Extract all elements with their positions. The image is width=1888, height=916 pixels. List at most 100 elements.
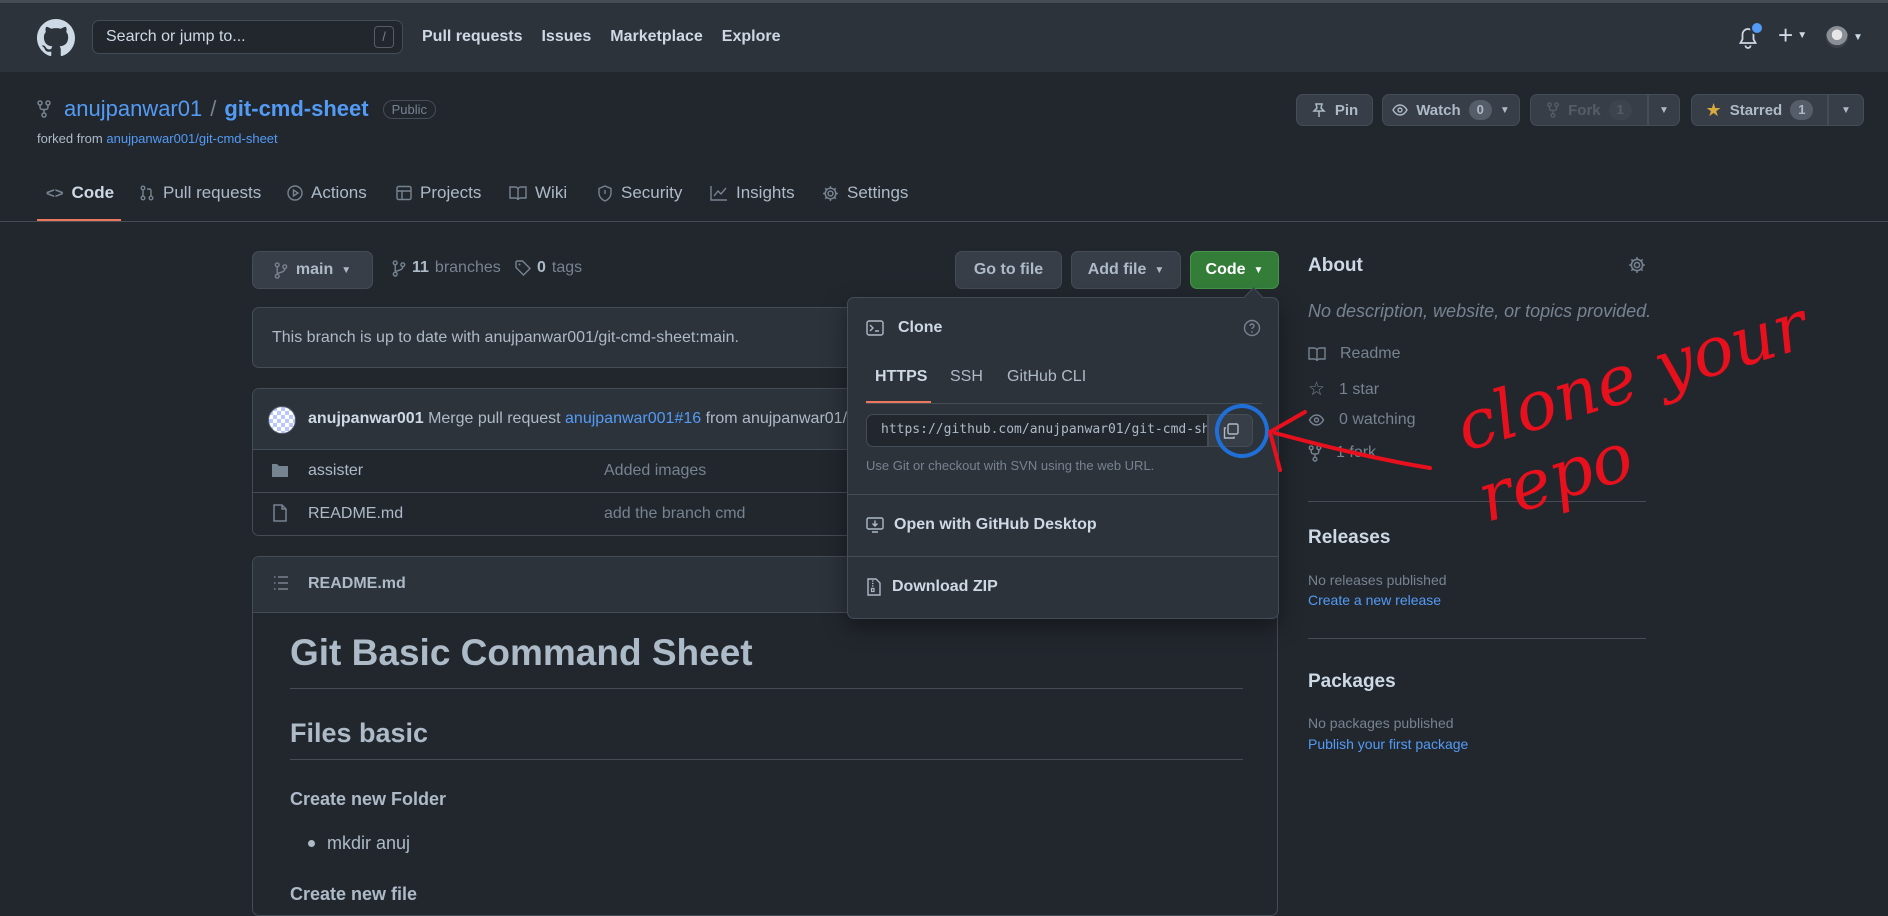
list-unordered-icon[interactable] xyxy=(273,576,289,590)
tab-wiki[interactable]: Wiki xyxy=(509,183,567,203)
clone-url-field[interactable]: https://github.com/anujpanwar01/git-cmd-… xyxy=(866,414,1208,447)
publish-package-link[interactable]: Publish your first package xyxy=(1308,736,1468,752)
nav-pull-requests[interactable]: Pull requests xyxy=(422,28,522,46)
tab-settings[interactable]: Settings xyxy=(822,183,908,203)
tab-projects[interactable]: Projects xyxy=(396,183,481,203)
chevron-down-icon: ▼ xyxy=(1659,104,1669,116)
tab-insights-label: Insights xyxy=(736,183,795,202)
nav-issues[interactable]: Issues xyxy=(541,28,591,46)
add-file-button[interactable]: Add file ▼ xyxy=(1071,251,1181,289)
clone-tab-github-cli[interactable]: GitHub CLI xyxy=(1007,368,1086,386)
desktop-download-icon xyxy=(866,516,884,533)
star-icon: ☆ xyxy=(1308,379,1326,400)
star-list-dropdown-button[interactable]: ▼ xyxy=(1828,94,1864,126)
table-icon xyxy=(396,185,412,201)
commit-author[interactable]: anujpanwar001 xyxy=(308,410,424,427)
header-nav: Pull requests Issues Marketplace Explore xyxy=(422,28,796,46)
commit-message[interactable]: Merge pull request xyxy=(428,410,561,427)
create-release-link[interactable]: Create a new release xyxy=(1308,592,1441,608)
copy-url-button[interactable] xyxy=(1208,414,1253,447)
fork-button[interactable]: Fork 1 xyxy=(1530,94,1648,126)
download-zip-item[interactable]: Download ZIP xyxy=(866,578,998,596)
avatar xyxy=(1826,26,1848,48)
list-item[interactable]: assister Added images xyxy=(252,450,852,492)
starred-label: Starred xyxy=(1729,101,1783,119)
tab-code-label: Code xyxy=(71,183,115,202)
tab-pull-requests[interactable]: Pull requests xyxy=(139,183,261,203)
starred-button[interactable]: ★ Starred 1 xyxy=(1691,94,1828,126)
branch-status-text: This branch is up to date with anujpanwa… xyxy=(272,329,739,346)
clone-tab-https[interactable]: HTTPS xyxy=(875,368,927,386)
file-commit-message[interactable]: add the branch cmd xyxy=(604,505,745,523)
create-new-menu[interactable]: + ▼ xyxy=(1778,22,1807,48)
latest-commit-info: anujpanwar001 Merge pull request anujpan… xyxy=(308,410,856,428)
stars-link[interactable]: ☆ 1 star xyxy=(1308,378,1379,401)
packages-empty-text: No packages published xyxy=(1308,715,1454,731)
branch-icon xyxy=(274,261,288,279)
pull-request-icon xyxy=(140,185,154,201)
help-question-icon[interactable] xyxy=(1243,319,1261,337)
releases-title[interactable]: Releases xyxy=(1308,527,1390,549)
watch-button[interactable]: Watch 0 ▼ xyxy=(1382,94,1520,126)
forked-from-link[interactable]: anujpanwar001/git-cmd-sheet xyxy=(106,131,277,146)
branch-select-button[interactable]: main ▼ xyxy=(252,251,373,289)
packages-title[interactable]: Packages xyxy=(1308,671,1396,693)
file-name[interactable]: assister xyxy=(308,462,363,480)
avatar[interactable] xyxy=(268,406,296,434)
readme-filename[interactable]: README.md xyxy=(308,575,406,593)
chevron-down-icon: ▼ xyxy=(1797,29,1808,41)
fork-label: Fork xyxy=(1568,101,1601,119)
readme-h2: Files basic xyxy=(290,718,429,748)
add-file-label: Add file xyxy=(1087,261,1147,278)
branch-icon xyxy=(392,259,406,277)
tab-security-label: Security xyxy=(621,183,683,202)
star-filled-icon: ★ xyxy=(1705,99,1722,120)
pin-button[interactable]: Pin xyxy=(1296,94,1373,126)
clone-hint: Use Git or checkout with SVN using the w… xyxy=(866,458,1155,473)
forks-link[interactable]: 1 fork xyxy=(1308,444,1376,462)
readme-link[interactable]: Readme xyxy=(1308,345,1400,363)
commit-pr-link[interactable]: anujpanwar001#16 xyxy=(565,410,701,427)
shield-icon xyxy=(598,184,612,202)
branches-link[interactable]: 11 branches xyxy=(392,259,501,277)
tab-security[interactable]: Security xyxy=(597,183,682,203)
folder-icon xyxy=(272,464,288,477)
nav-marketplace[interactable]: Marketplace xyxy=(610,28,703,46)
open-with-desktop-item[interactable]: Open with GitHub Desktop xyxy=(866,516,1097,534)
fork-count: 1 xyxy=(1608,100,1632,120)
about-settings-gear-icon[interactable] xyxy=(1628,256,1646,274)
h2-underline xyxy=(290,759,1243,760)
book-icon xyxy=(1308,347,1326,362)
search-input[interactable]: Search or jump to... / xyxy=(92,20,403,54)
file-commit-message[interactable]: Added images xyxy=(604,462,706,480)
chevron-down-icon: ▼ xyxy=(1154,264,1165,276)
tags-link[interactable]: 0 tags xyxy=(515,259,582,277)
tab-actions[interactable]: Actions xyxy=(287,183,367,203)
list-item[interactable]: README.md add the branch cmd xyxy=(252,493,852,535)
chevron-down-icon: ▼ xyxy=(1841,104,1851,116)
code-button[interactable]: Code ▼ xyxy=(1190,251,1279,289)
chevron-down-icon: ▼ xyxy=(1499,104,1510,116)
user-avatar-menu[interactable]: ▼ xyxy=(1826,26,1863,48)
file-name[interactable]: README.md xyxy=(308,505,403,523)
nav-explore[interactable]: Explore xyxy=(722,28,781,46)
tags-count: 0 xyxy=(537,259,546,276)
commit-message-rest[interactable]: from anujpanwar01/g xyxy=(706,410,856,427)
github-logo-icon[interactable] xyxy=(37,19,75,57)
watchers-link[interactable]: 0 watching xyxy=(1308,411,1416,429)
plus-icon: + xyxy=(1778,20,1794,50)
repo-owner-link[interactable]: anujpanwar01 xyxy=(64,96,202,122)
star-count: 1 xyxy=(1790,100,1814,120)
tab-insights[interactable]: Insights xyxy=(710,183,795,203)
repo-name-link[interactable]: git-cmd-sheet xyxy=(224,96,368,122)
tab-code[interactable]: <> Code xyxy=(46,183,114,203)
repo-separator: / xyxy=(210,96,217,121)
clone-title: Clone xyxy=(898,319,943,336)
fork-dropdown-button[interactable]: ▼ xyxy=(1648,94,1680,126)
go-to-file-button[interactable]: Go to file xyxy=(955,251,1062,289)
readme-list-bullet xyxy=(308,840,315,847)
readme-list-item: mkdir anuj xyxy=(327,833,411,853)
clone-tab-ssh[interactable]: SSH xyxy=(950,368,983,386)
tab-projects-label: Projects xyxy=(420,183,482,202)
forked-from-prefix: forked from xyxy=(37,131,103,146)
